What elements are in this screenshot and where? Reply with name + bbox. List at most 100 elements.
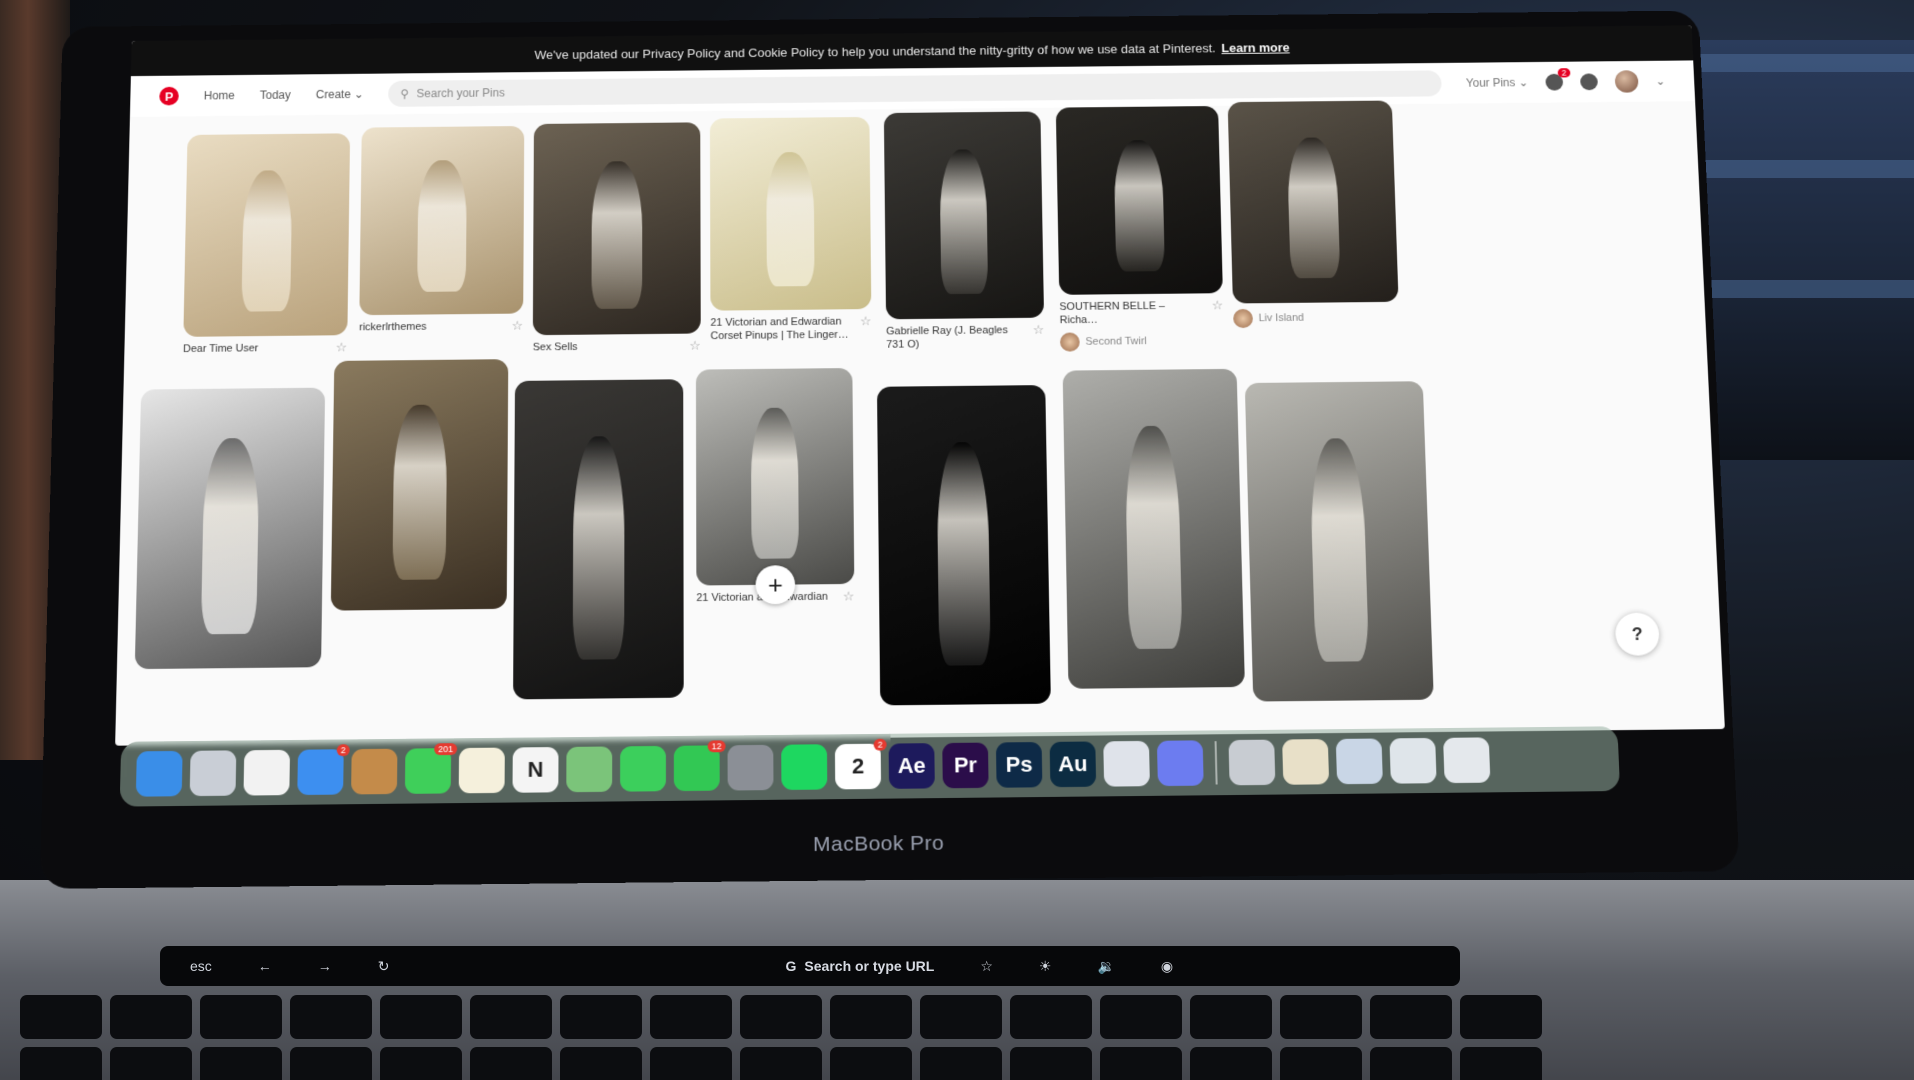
volume-icon[interactable]: 🔉 [1097, 958, 1114, 975]
pin-card[interactable] [1062, 368, 1245, 689]
pin-card[interactable]: 21 Victorian and Edwardian Corset Pinups… [709, 116, 872, 343]
save-star-icon[interactable]: ☆ [336, 340, 348, 354]
dock-app-mail[interactable]: 2 [297, 744, 350, 796]
forward-arrow-icon[interactable]: → [318, 958, 332, 974]
dock-app-messages[interactable]: 201 [404, 743, 458, 794]
siri-icon[interactable]: ◉ [1161, 958, 1173, 975]
dock-app-audition[interactable]: Au [1049, 741, 1097, 788]
save-star-icon[interactable]: ☆ [843, 589, 855, 604]
pin-card[interactable] [330, 359, 509, 611]
your-pins-dropdown[interactable]: Your Pins ⌄ [1466, 76, 1529, 90]
pin-image[interactable] [695, 368, 855, 586]
pinterest-logo-icon[interactable]: P [159, 86, 179, 106]
pin-card[interactable]: Sex Sells ☆ [533, 122, 701, 354]
dock-app-downloads[interactable] [1228, 739, 1276, 786]
pin-image[interactable] [1227, 100, 1399, 304]
pin-image[interactable] [183, 133, 351, 337]
pin-image[interactable] [1244, 381, 1434, 702]
pin-image[interactable] [883, 111, 1045, 320]
dock-app-label: Pr [953, 752, 978, 778]
pin-card[interactable]: Gabrielle Ray (J. Beagles 731 O) ☆ [883, 111, 1045, 351]
pin-card[interactable]: Liv Island [1227, 100, 1400, 329]
owner-name: Second Twirl [1085, 335, 1147, 348]
save-star-icon[interactable]: ☆ [860, 314, 872, 328]
dock-app-notion[interactable]: N [512, 747, 559, 793]
dock-badge: 2 [873, 738, 887, 751]
pin-image[interactable] [1055, 105, 1223, 295]
save-star-icon[interactable]: ☆ [1212, 298, 1224, 312]
pin-figure [1113, 140, 1166, 272]
pin-image[interactable] [1062, 368, 1245, 689]
pin-card[interactable]: Dear Time User ☆ [182, 133, 351, 356]
dock-app-premiere[interactable]: Pr [942, 742, 989, 789]
pin-image[interactable] [709, 116, 872, 311]
keyboard-key [650, 1047, 732, 1080]
dock-app-quicktime[interactable] [1103, 740, 1150, 787]
keyboard-key [650, 995, 732, 1039]
pin-image[interactable] [359, 125, 525, 316]
reload-icon[interactable]: ↻ [378, 958, 390, 975]
dock-app-files[interactable] [1389, 737, 1437, 784]
chevron-down-icon: ⌄ [1518, 75, 1529, 90]
star-icon[interactable]: ☆ [980, 958, 993, 975]
keyboard-key [560, 995, 642, 1039]
pin-title: SOUTHERN BELLE – Richa… ☆ [1059, 298, 1224, 327]
brightness-icon[interactable]: ☀ [1039, 958, 1052, 975]
pin-image[interactable] [876, 385, 1051, 706]
touchbar-search[interactable]: G Search or type URL [786, 958, 935, 974]
dock-app-preview[interactable] [1282, 739, 1330, 785]
pin-card[interactable] [1244, 381, 1434, 702]
pin-image[interactable] [330, 359, 509, 611]
pin-image[interactable] [532, 122, 701, 336]
back-arrow-icon[interactable]: ← [258, 958, 272, 974]
dock-app-contacts[interactable] [351, 748, 398, 795]
dock-app-system-settings[interactable] [727, 744, 774, 791]
pin-card[interactable]: SOUTHERN BELLE – Richa… ☆ Second Twirl [1055, 105, 1225, 352]
learn-more-link[interactable]: Learn more [1221, 40, 1290, 55]
dock-app-chrome[interactable] [243, 749, 291, 796]
laptop-screen: We've updated our Privacy Policy and Coo… [115, 25, 1725, 746]
dock-app-finder[interactable] [135, 750, 183, 797]
nav-home[interactable]: Home [204, 89, 235, 102]
pin-title-text: rickerlrthemes [359, 321, 427, 334]
pin-figure [765, 151, 815, 287]
dock-app-calendar[interactable]: 22 [834, 738, 887, 790]
pin-owner[interactable]: Second Twirl [1059, 331, 1224, 352]
your-pins-label: Your Pins [1465, 76, 1516, 90]
nav-today[interactable]: Today [260, 88, 291, 101]
avatar[interactable] [1614, 70, 1639, 93]
pin-owner[interactable]: Liv Island [1233, 307, 1399, 329]
dock-app-spotify[interactable] [781, 744, 828, 790]
save-star-icon[interactable]: ☆ [512, 318, 523, 332]
pin-title-text: Dear Time User [182, 342, 259, 355]
dock-app-trash[interactable] [1443, 737, 1491, 784]
account-chevron-icon[interactable]: ⌄ [1655, 75, 1665, 88]
pin-card[interactable] [134, 387, 326, 670]
pin-title-text: SOUTHERN BELLE – Richa… [1059, 300, 1166, 327]
save-star-icon[interactable]: ☆ [1033, 322, 1045, 336]
pin-card[interactable]: rickerlrthemes ☆ [359, 125, 525, 334]
keyboard-key [110, 1047, 192, 1080]
add-pin-button[interactable]: + [755, 565, 796, 605]
pin-image[interactable] [134, 387, 326, 670]
dock-app-whatsapp[interactable]: 12 [673, 740, 726, 792]
pin-card[interactable] [513, 379, 684, 700]
dock-app-facetime[interactable] [620, 745, 666, 792]
dock-app-maps[interactable] [566, 746, 613, 793]
notifications-bell-icon[interactable]: 2 [1545, 68, 1571, 91]
dock-app-notes[interactable] [458, 747, 505, 794]
dock-app-discord[interactable] [1156, 740, 1204, 787]
dock-app-photoshop[interactable]: Ps [995, 741, 1043, 788]
keyboard-key [20, 1047, 102, 1080]
dock-app-launchpad[interactable] [189, 750, 237, 797]
dock-app-after-effects[interactable]: Ae [888, 743, 935, 789]
dock-app-screenshot[interactable] [1335, 738, 1383, 785]
pin-card[interactable] [876, 385, 1051, 706]
dock-badge: 2 [336, 744, 350, 757]
pin-image[interactable] [513, 379, 684, 700]
save-star-icon[interactable]: ☆ [689, 338, 700, 352]
messages-icon[interactable] [1579, 73, 1598, 91]
laptop-lid: We've updated our Privacy Policy and Coo… [39, 10, 1740, 889]
nav-create[interactable]: Create ⌄ [316, 88, 364, 101]
touchbar-esc-key[interactable]: esc [190, 958, 212, 974]
